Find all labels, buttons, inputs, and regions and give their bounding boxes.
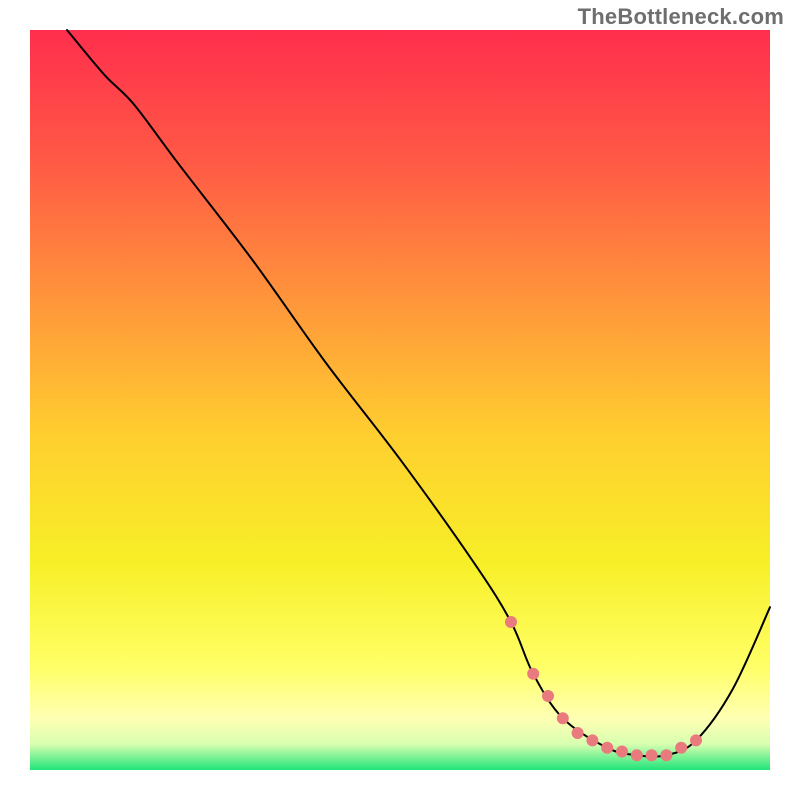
optimal-marker bbox=[601, 742, 613, 754]
optimal-marker bbox=[690, 734, 702, 746]
optimal-marker bbox=[616, 746, 628, 758]
optimal-marker bbox=[557, 712, 569, 724]
optimal-marker bbox=[660, 749, 672, 761]
watermark-text: TheBottleneck.com bbox=[578, 4, 784, 30]
optimal-marker bbox=[631, 749, 643, 761]
optimal-marker bbox=[572, 727, 584, 739]
optimal-marker bbox=[542, 690, 554, 702]
chart-background bbox=[30, 30, 770, 770]
optimal-marker bbox=[527, 668, 539, 680]
bottleneck-chart bbox=[0, 0, 800, 800]
optimal-marker bbox=[646, 749, 658, 761]
optimal-marker bbox=[505, 616, 517, 628]
optimal-marker bbox=[675, 742, 687, 754]
optimal-marker bbox=[586, 734, 598, 746]
